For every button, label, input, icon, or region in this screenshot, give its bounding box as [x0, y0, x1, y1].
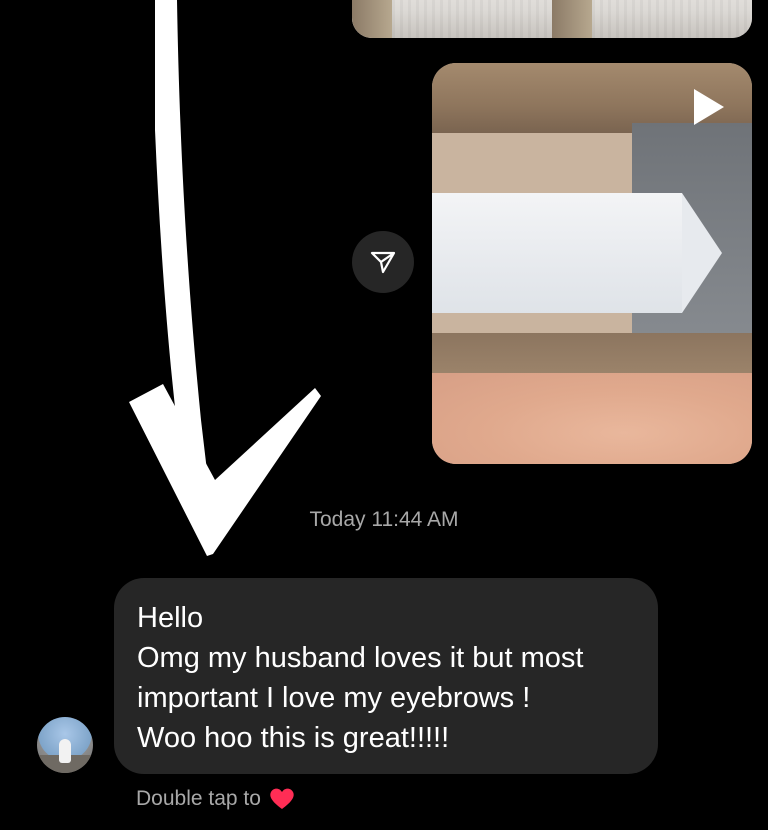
shared-video-message[interactable]: [432, 63, 752, 464]
avatar[interactable]: [37, 717, 93, 773]
double-tap-label: Double tap to: [136, 787, 261, 810]
paper-plane-icon: [370, 251, 396, 274]
heart-icon[interactable]: [269, 787, 295, 811]
message-line: Hello: [137, 602, 204, 634]
message-line: Woo hoo this is great!!!!!: [137, 722, 450, 754]
message-bubble[interactable]: Hello Omg my husband loves it but most i…: [114, 578, 658, 774]
message-line: Omg my husband loves it but most: [137, 642, 584, 674]
share-button[interactable]: [352, 231, 414, 293]
play-icon: [694, 89, 724, 125]
drawn-arrow-annotation: [129, 0, 321, 556]
double-tap-hint: Double tap to: [136, 787, 295, 811]
message-line: important I love my eyebrows !: [137, 682, 531, 714]
message-text: Hello Omg my husband loves it but most i…: [137, 598, 640, 758]
message-timestamp: Today 11:44 AM: [309, 508, 459, 531]
shared-image-top[interactable]: [352, 0, 752, 38]
